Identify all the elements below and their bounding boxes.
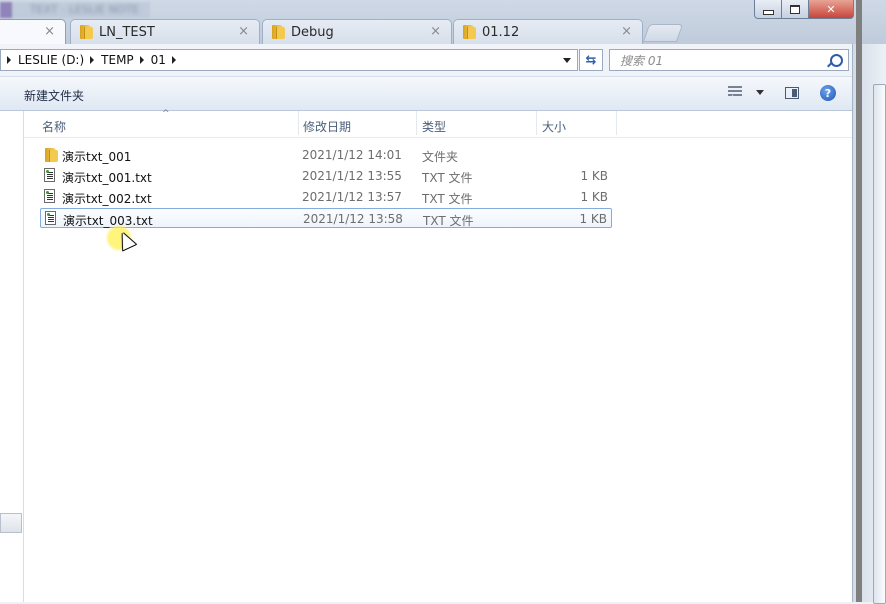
file-row[interactable]: 演示txt_002.txt 2021/1/12 13:57 TXT 文件 1 K… xyxy=(40,187,612,207)
tab-label: LN_TEST xyxy=(99,24,155,40)
folder-icon xyxy=(271,24,285,40)
app-title: TEXT - LESLIE NOTE xyxy=(0,2,150,18)
file-date: 2021/1/12 13:57 xyxy=(302,190,402,204)
breadcrumb-temp[interactable]: TEMP xyxy=(101,53,134,67)
title-bar: TEXT - LESLIE NOTE ✕ × LN_TEST × Debug ×… xyxy=(0,0,886,44)
folder-icon xyxy=(79,24,93,40)
column-divider[interactable] xyxy=(298,111,299,135)
navigation-pane[interactable] xyxy=(0,111,24,602)
txt-file-icon xyxy=(44,189,55,203)
column-divider[interactable] xyxy=(416,111,417,135)
search-icon[interactable] xyxy=(830,54,843,67)
breadcrumb-drive[interactable]: LESLIE (D:) xyxy=(18,53,84,67)
file-type: TXT 文件 xyxy=(423,214,474,228)
tab-close-icon[interactable]: × xyxy=(238,24,249,39)
file-name: 演示txt_002.txt xyxy=(62,192,152,206)
help-icon[interactable]: ? xyxy=(820,85,836,101)
maximize-button[interactable] xyxy=(781,0,809,19)
chevron-down-icon xyxy=(756,89,764,95)
file-list: ^ 名称 修改日期 类型 大小 演示txt_001 2021/1/12 14:0… xyxy=(24,109,852,602)
window-edge xyxy=(856,0,862,602)
file-size: 1 KB xyxy=(580,169,608,183)
txt-file-icon xyxy=(45,211,56,225)
preview-pane-icon[interactable] xyxy=(785,87,799,99)
file-name: 演示txt_001 xyxy=(62,150,132,164)
folder-icon xyxy=(44,147,58,163)
column-divider[interactable] xyxy=(616,111,617,135)
breadcrumb-arrow-icon[interactable] xyxy=(139,56,144,64)
tab-ln-test[interactable]: LN_TEST × xyxy=(70,19,260,44)
tab-label: 01.12 xyxy=(482,24,520,40)
breadcrumb-arrow-icon[interactable] xyxy=(7,56,11,64)
column-divider[interactable] xyxy=(536,111,537,135)
file-date: 2021/1/12 13:58 xyxy=(303,212,403,226)
breadcrumb-arrow-icon[interactable] xyxy=(171,56,176,64)
folder-icon xyxy=(462,24,476,40)
file-name: 演示txt_003.txt xyxy=(63,214,153,228)
column-type[interactable]: 类型 xyxy=(422,118,446,135)
tab-01-12[interactable]: 01.12 × xyxy=(453,19,643,44)
minimize-icon xyxy=(762,9,774,15)
column-size[interactable]: 大小 xyxy=(542,118,566,135)
search-box[interactable] xyxy=(609,49,849,71)
breadcrumb-arrow-icon[interactable] xyxy=(90,56,95,64)
refresh-icon: ⇆ xyxy=(585,52,597,68)
details-view-icon xyxy=(728,86,742,98)
change-view-button[interactable] xyxy=(728,86,764,98)
search-input[interactable] xyxy=(618,53,832,69)
txt-file-icon xyxy=(44,168,55,182)
breadcrumb-01[interactable]: 01 xyxy=(151,53,166,67)
nav-scrollbar-thumb[interactable] xyxy=(0,513,22,533)
tab-debug[interactable]: Debug × xyxy=(262,19,452,44)
file-row[interactable]: 演示txt_001.txt 2021/1/12 13:55 TXT 文件 1 K… xyxy=(40,166,612,186)
close-window-button[interactable]: ✕ xyxy=(808,0,854,19)
file-size: 1 KB xyxy=(579,212,607,226)
address-bar[interactable]: LESLIE (D:) TEMP 01 xyxy=(0,49,578,71)
new-tab-button[interactable] xyxy=(642,24,684,42)
command-bar: 新建文件夹 ? xyxy=(0,77,852,111)
file-date: 2021/1/12 14:01 xyxy=(302,148,402,162)
column-date[interactable]: 修改日期 xyxy=(303,118,351,135)
scrollbar-thumb[interactable] xyxy=(873,84,886,604)
address-dropdown-icon[interactable] xyxy=(563,58,571,63)
address-row: LESLIE (D:) TEMP 01 ⇆ xyxy=(0,44,886,77)
tab-close-icon[interactable]: × xyxy=(621,24,632,39)
new-folder-button[interactable]: 新建文件夹 xyxy=(24,87,84,104)
breadcrumb: LESLIE (D:) TEMP 01 xyxy=(1,53,183,67)
maximize-icon xyxy=(790,4,800,14)
file-type: TXT 文件 xyxy=(422,171,473,185)
tab-label: Debug xyxy=(291,24,334,40)
refresh-button[interactable]: ⇆ xyxy=(579,49,603,71)
column-name[interactable]: 名称 xyxy=(42,118,66,135)
sort-ascending-icon: ^ xyxy=(162,109,170,119)
minimize-button[interactable] xyxy=(754,0,782,19)
file-size: 1 KB xyxy=(580,190,608,204)
file-row-folder[interactable]: 演示txt_001 2021/1/12 14:01 文件夹 xyxy=(40,145,612,165)
file-name: 演示txt_001.txt xyxy=(62,171,152,185)
file-type: 文件夹 xyxy=(422,150,459,164)
tab-close-icon[interactable]: × xyxy=(44,24,55,39)
tab-current[interactable]: × xyxy=(0,19,66,44)
column-header: ^ 名称 修改日期 类型 大小 xyxy=(24,109,852,138)
file-row-selected[interactable]: 演示txt_003.txt 2021/1/12 13:58 TXT 文件 1 K… xyxy=(40,208,612,228)
close-icon: ✕ xyxy=(826,2,836,16)
tab-close-icon[interactable]: × xyxy=(430,24,441,39)
file-type: TXT 文件 xyxy=(422,192,473,206)
file-date: 2021/1/12 13:55 xyxy=(302,169,402,183)
